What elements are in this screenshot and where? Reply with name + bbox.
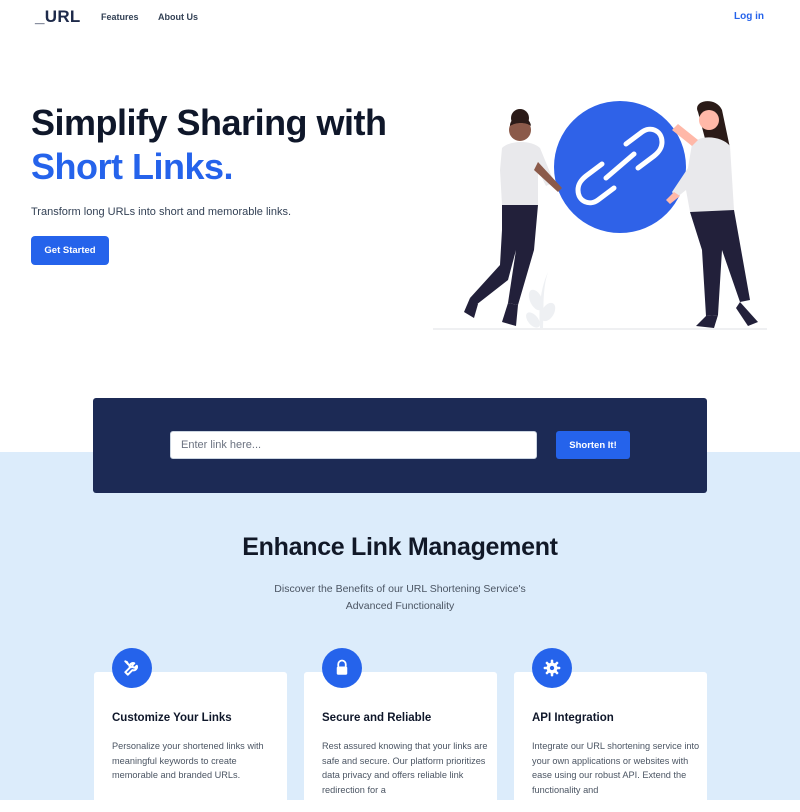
logo[interactable]: _URL (35, 7, 81, 27)
feature-card-title: Secure and Reliable (322, 712, 432, 724)
feature-card-title: API Integration (532, 712, 614, 724)
feature-card-text: Personalize your shortened links with me… (112, 741, 264, 780)
hero-title-accent: Short Links. (31, 146, 234, 187)
hero-illustration (433, 101, 767, 330)
link-input[interactable] (170, 431, 537, 459)
feature-card-api: API Integration Integrate our URL shorte… (514, 648, 707, 812)
hero-title: Simplify Sharing with Short Links. (31, 101, 387, 189)
feature-card-title: Customize Your Links (112, 712, 232, 724)
feature-card-secure: Secure and Reliable Rest assured knowing… (304, 648, 497, 812)
shorten-button[interactable]: Shorten It! (556, 431, 630, 459)
hero-title-line1: Simplify Sharing with (31, 102, 387, 143)
features-title: Enhance Link Management (242, 533, 558, 561)
nav-link-about-us[interactable]: About Us (158, 12, 198, 22)
login-link[interactable]: Log in (734, 11, 764, 22)
top-nav: _URL Features About Us Log in (0, 0, 800, 34)
feature-card-text: Integrate our URL shortening service int… (532, 741, 700, 795)
wrench-screwdriver-icon (112, 648, 152, 688)
feature-card-text: Rest assured knowing that your links are… (322, 741, 488, 795)
lock-icon (322, 648, 362, 688)
get-started-button[interactable]: Get Started (31, 236, 109, 265)
features-subtitle: Discover the Benefits of our URL Shorten… (274, 583, 526, 612)
feature-card-customize: Customize Your Links Personalize your sh… (94, 648, 287, 812)
gear-icon (532, 648, 572, 688)
shorten-panel: Shorten It! (93, 398, 707, 493)
hero-subtitle: Transform long URLs into short and memor… (31, 206, 292, 218)
nav-link-features[interactable]: Features (101, 12, 139, 22)
